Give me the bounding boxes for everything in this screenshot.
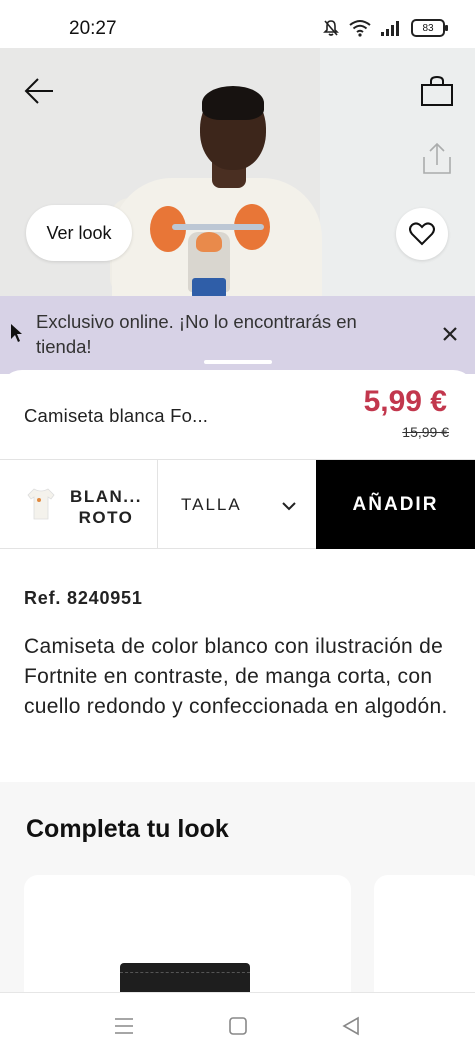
favorite-button[interactable] (396, 208, 448, 260)
size-label: TALLA (181, 495, 242, 514)
size-selector[interactable]: TALLA (159, 460, 316, 548)
banner-close-button[interactable] (436, 320, 464, 348)
wifi-icon (349, 20, 371, 37)
back-icon (342, 1016, 359, 1036)
home-button[interactable] (223, 1011, 253, 1041)
product-name: Camiseta blanca Fo... (24, 405, 209, 426)
system-nav-bar (0, 992, 475, 1056)
chevron-down-icon (282, 502, 296, 511)
tshirt-thumbnail (27, 488, 55, 520)
back-button[interactable] (18, 70, 60, 112)
original-price: 15,99 € (402, 424, 449, 440)
home-icon (229, 1017, 247, 1035)
mute-icon (323, 20, 339, 36)
menu-icon (115, 1018, 133, 1034)
close-icon (443, 327, 457, 341)
product-description: Camiseta de color blanco con ilustración… (24, 635, 448, 718)
system-back-button[interactable] (336, 1011, 366, 1041)
banner-text: Exclusivo online. ¡No lo encontrarás en … (36, 311, 357, 357)
back-arrow-icon (24, 78, 53, 104)
current-price: 5,99 € (363, 385, 447, 418)
purchase-bar: BLAN... ROTO TALLA AÑADIR (0, 459, 475, 549)
color-label: BLAN... ROTO (70, 487, 142, 527)
heart-icon (409, 222, 435, 246)
signal-icon (381, 21, 399, 36)
add-to-cart-button[interactable]: AÑADIR (316, 460, 475, 549)
share-icon (423, 142, 451, 174)
battery-icon: 83 (411, 19, 448, 37)
drag-handle[interactable] (204, 360, 272, 364)
cursor-icon (11, 324, 22, 342)
ver-look-button[interactable]: Ver look (26, 205, 132, 261)
complete-look-title: Completa tu look (26, 815, 229, 843)
status-bar: 20:27 83 (0, 0, 475, 48)
shopping-bag-button[interactable] (414, 70, 460, 112)
recent-apps-button[interactable] (109, 1011, 139, 1041)
battery-level: 83 (422, 22, 434, 34)
product-reference: Ref. 8240951 (24, 588, 143, 608)
status-time: 20:27 (69, 18, 117, 39)
shopping-bag-icon (421, 75, 453, 106)
color-selector[interactable]: BLAN... ROTO (0, 460, 158, 548)
share-button[interactable] (418, 138, 456, 178)
status-icons: 83 (323, 19, 448, 37)
